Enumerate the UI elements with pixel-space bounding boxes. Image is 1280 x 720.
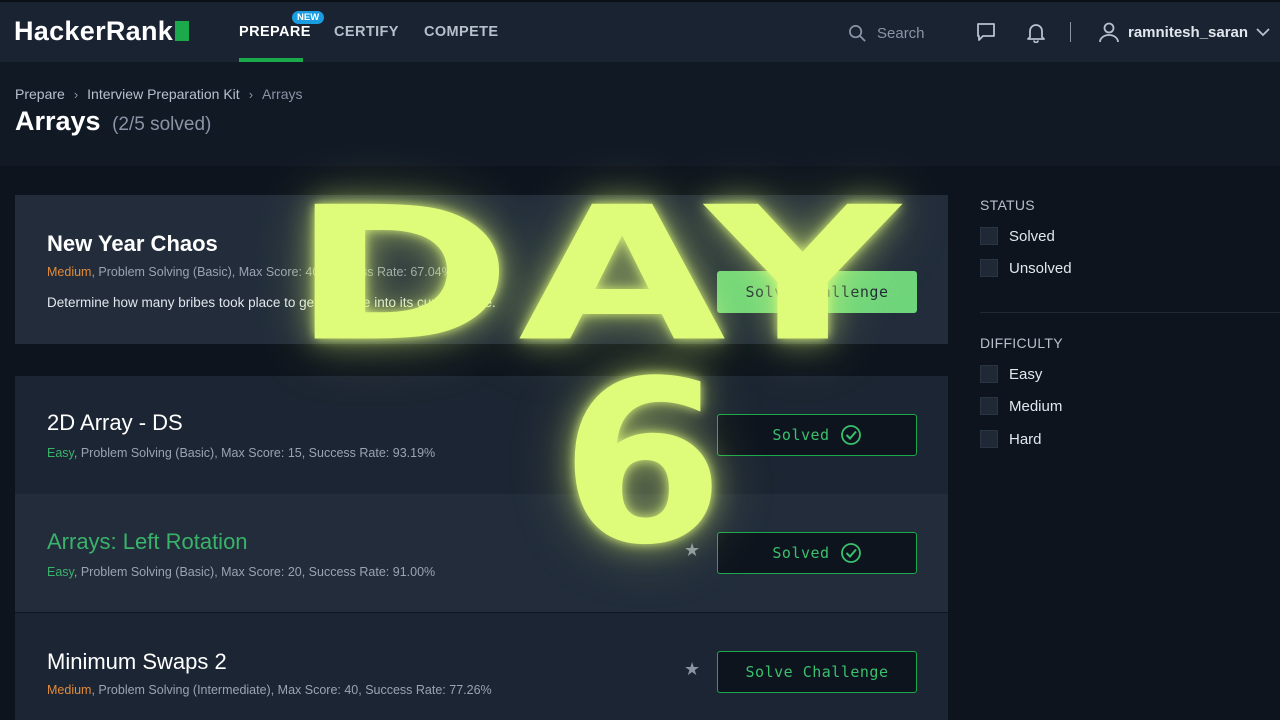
challenge-meta-text: , Problem Solving (Basic), Max Score: 15… bbox=[73, 446, 436, 460]
filter-divider bbox=[980, 312, 1280, 313]
difficulty-label: Medium bbox=[47, 265, 92, 279]
filter-label: Unsolved bbox=[1009, 259, 1072, 277]
challenge-meta: Medium, Problem Solving (Intermediate), … bbox=[47, 683, 492, 697]
notifications-bell-icon[interactable] bbox=[1025, 21, 1047, 43]
solve-challenge-button[interactable]: Solve Challenge bbox=[717, 271, 917, 313]
challenge-card-new-year-chaos[interactable]: New Year Chaos Medium, Problem Solving (… bbox=[15, 195, 948, 344]
logo-block-icon bbox=[175, 21, 190, 41]
breadcrumb-prepare[interactable]: Prepare bbox=[15, 86, 65, 102]
challenge-title[interactable]: Arrays: Left Rotation bbox=[47, 529, 248, 555]
chevron-right-icon: › bbox=[73, 86, 79, 102]
filter-label: Medium bbox=[1009, 397, 1063, 415]
filter-easy[interactable]: Easy bbox=[980, 365, 1042, 383]
status-filter-heading: STATUS bbox=[980, 197, 1035, 213]
checkbox[interactable] bbox=[980, 259, 998, 277]
filter-hard[interactable]: Hard bbox=[980, 430, 1042, 448]
breadcrumb-interview-kit[interactable]: Interview Preparation Kit bbox=[87, 86, 240, 102]
filter-medium[interactable]: Medium bbox=[980, 397, 1062, 415]
chevron-down-icon bbox=[1256, 28, 1270, 37]
bookmark-star-icon[interactable]: ★ bbox=[684, 540, 700, 561]
challenge-meta: Easy, Problem Solving (Basic), Max Score… bbox=[47, 565, 435, 579]
chevron-right-icon: › bbox=[248, 86, 254, 102]
check-circle-icon bbox=[840, 543, 861, 563]
search-icon bbox=[849, 24, 866, 42]
page-title: Arrays (2/5 solved) bbox=[15, 106, 211, 137]
challenge-title[interactable]: New Year Chaos bbox=[47, 231, 218, 257]
logo-text: HackerRank bbox=[14, 16, 174, 46]
check-circle-icon bbox=[840, 425, 861, 445]
breadcrumb: Prepare › Interview Preparation Kit › Ar… bbox=[15, 86, 302, 102]
filter-label: Hard bbox=[1009, 430, 1042, 448]
difficulty-filter-heading: DIFFICULTY bbox=[980, 335, 1063, 351]
difficulty-label: Easy bbox=[47, 565, 74, 579]
challenge-meta-text: , Problem Solving (Basic), Max Score: 20… bbox=[73, 565, 436, 579]
user-menu[interactable]: ramnitesh_saran bbox=[1098, 21, 1270, 43]
user-icon bbox=[1099, 22, 1119, 43]
checkbox[interactable] bbox=[980, 227, 998, 245]
challenge-meta: Easy, Problem Solving (Basic), Max Score… bbox=[47, 446, 435, 460]
page-title-text: Arrays bbox=[15, 106, 101, 136]
solved-count: (2/5 solved) bbox=[112, 114, 212, 135]
search-placeholder: Search bbox=[877, 24, 925, 42]
challenge-title[interactable]: Minimum Swaps 2 bbox=[47, 649, 227, 675]
solved-button-label: Solved bbox=[772, 544, 830, 562]
nav-certify[interactable]: CERTIFY bbox=[334, 24, 399, 40]
solved-button[interactable]: Solved bbox=[717, 414, 917, 456]
new-badge: NEW bbox=[292, 11, 325, 24]
breadcrumb-current: Arrays bbox=[262, 86, 303, 102]
challenge-meta-text: , Problem Solving (Intermediate), Max Sc… bbox=[91, 683, 492, 697]
challenge-meta-text: , Problem Solving (Basic), Max Score: 40… bbox=[91, 265, 453, 279]
checkbox[interactable] bbox=[980, 430, 998, 448]
challenge-description: Determine how many bribes took place to … bbox=[47, 295, 496, 310]
challenge-card-minimum-swaps[interactable]: Minimum Swaps 2 Medium, Problem Solving … bbox=[15, 613, 948, 720]
nav-divider bbox=[1070, 22, 1071, 42]
checkbox[interactable] bbox=[980, 397, 998, 415]
filter-label: Solved bbox=[1009, 227, 1055, 245]
filter-solved[interactable]: Solved bbox=[980, 227, 1055, 245]
username: ramnitesh_saran bbox=[1128, 23, 1249, 41]
bookmark-star-icon[interactable]: ★ bbox=[684, 659, 700, 680]
messages-icon[interactable] bbox=[975, 21, 997, 43]
checkbox[interactable] bbox=[980, 365, 998, 383]
difficulty-label: Medium bbox=[47, 683, 92, 697]
hackerrank-logo[interactable]: HackerRank bbox=[14, 16, 190, 47]
page-header: Prepare › Interview Preparation Kit › Ar… bbox=[0, 62, 1280, 166]
nav-prepare[interactable]: PREPARE bbox=[239, 24, 311, 40]
challenge-title[interactable]: 2D Array - DS bbox=[47, 410, 183, 436]
filter-unsolved[interactable]: Unsolved bbox=[980, 259, 1072, 277]
solve-challenge-button[interactable]: Solve Challenge bbox=[717, 651, 917, 693]
filter-label: Easy bbox=[1009, 365, 1043, 383]
difficulty-label: Easy bbox=[47, 446, 74, 460]
challenge-card-left-rotation[interactable]: Arrays: Left Rotation Easy, Problem Solv… bbox=[15, 494, 948, 612]
challenge-meta: Medium, Problem Solving (Basic), Max Sco… bbox=[47, 265, 453, 279]
challenge-card-2d-array[interactable]: 2D Array - DS Easy, Problem Solving (Bas… bbox=[15, 376, 948, 494]
top-navbar: HackerRank PREPARE NEW CERTIFY COMPETE S… bbox=[0, 0, 1280, 62]
solved-button-label: Solved bbox=[772, 426, 830, 444]
search-box[interactable]: Search bbox=[848, 20, 948, 46]
nav-compete[interactable]: COMPETE bbox=[424, 24, 499, 40]
solved-button[interactable]: Solved bbox=[717, 532, 917, 574]
